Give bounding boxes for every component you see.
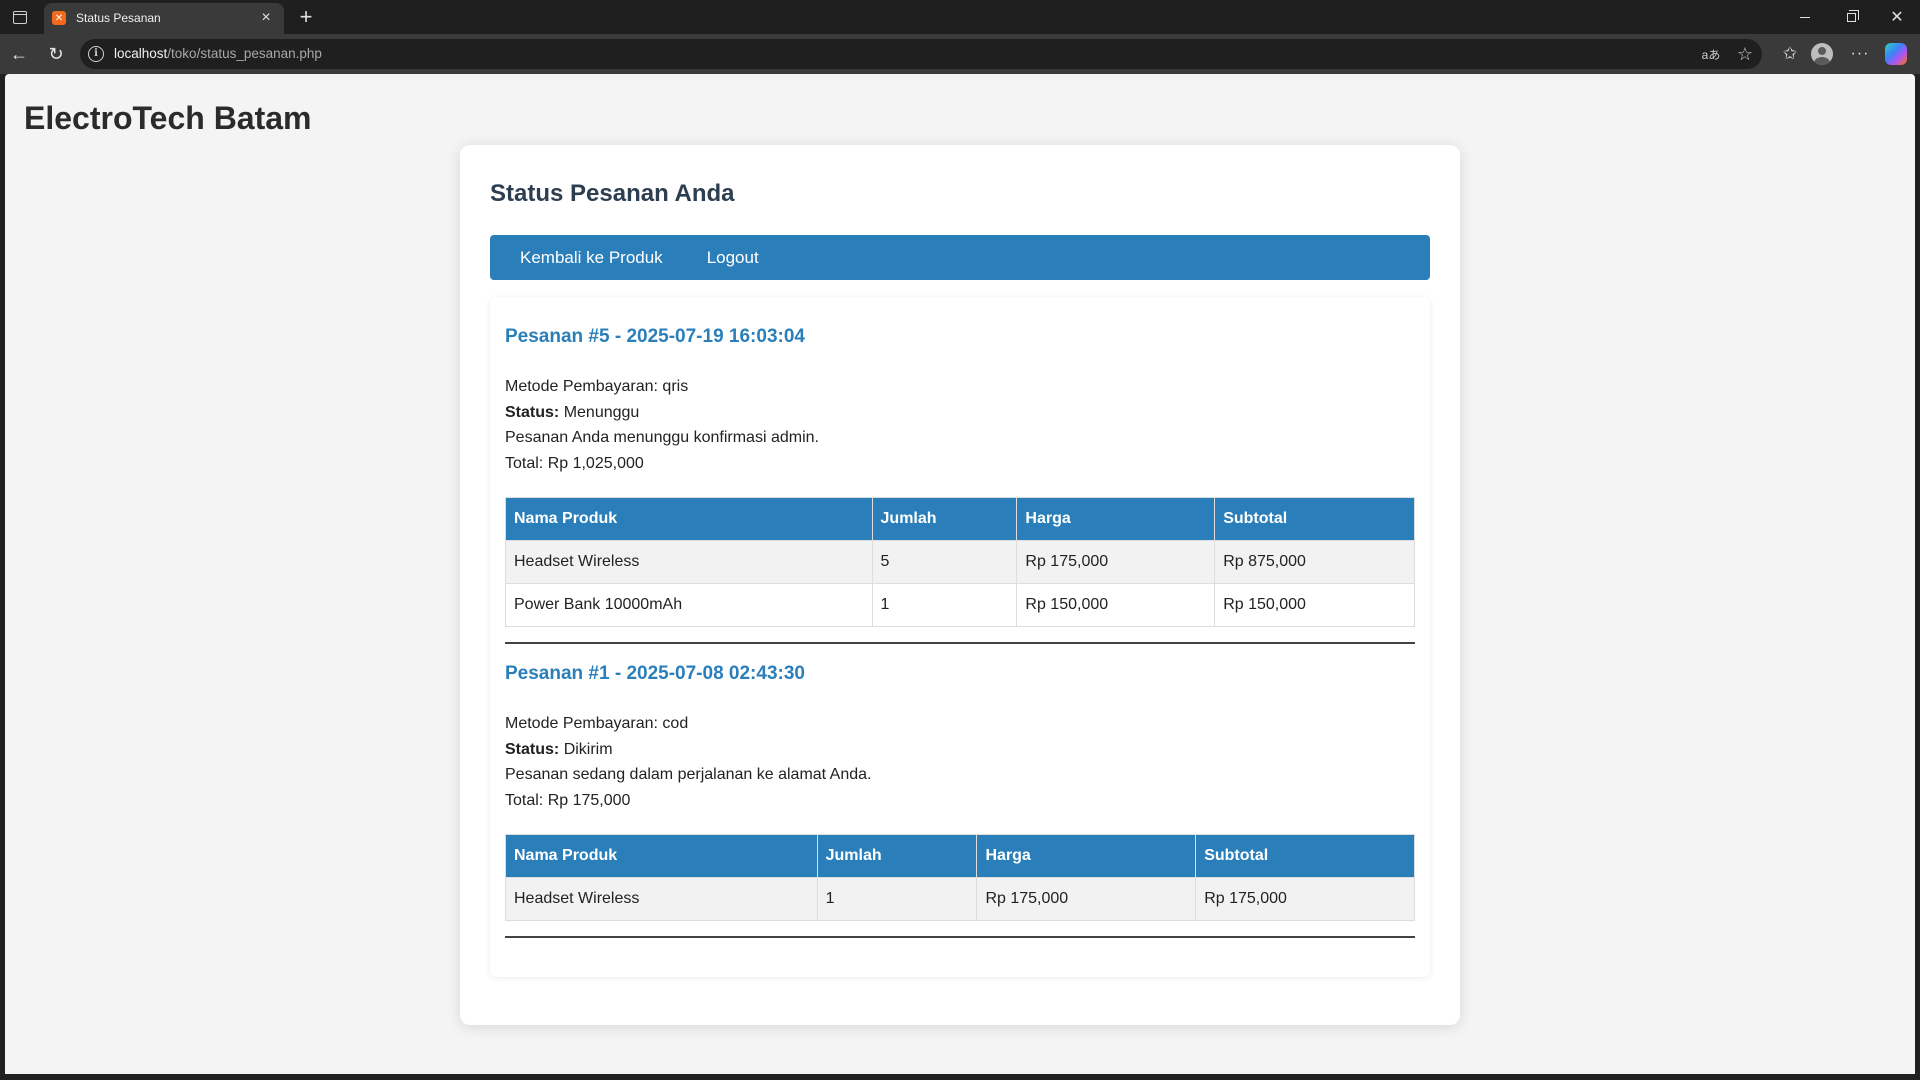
order-total: Total: Rp 1,025,000 — [505, 454, 644, 472]
new-tab-icon[interactable]: + — [292, 3, 320, 31]
minimize-icon[interactable] — [1782, 0, 1828, 34]
translate-icon[interactable]: aあ — [1700, 43, 1722, 65]
browser-tab[interactable]: ✕ Status Pesanan × — [44, 3, 284, 34]
logout-link[interactable]: Logout — [707, 248, 759, 268]
product-price: Rp 175,000 — [1016, 540, 1216, 584]
status-value: Menunggu — [563, 403, 640, 421]
window-close-icon[interactable]: ✕ — [1874, 0, 1920, 34]
site-info-icon[interactable]: i — [88, 46, 104, 62]
table-row: Headset Wireless 5 Rp 175,000 Rp 875,000 — [505, 540, 1415, 584]
product-qty: 1 — [871, 583, 1018, 627]
product-price: Rp 150,000 — [1016, 583, 1216, 627]
table-row: Power Bank 10000mAh 1 Rp 150,000 Rp 150,… — [505, 583, 1415, 627]
column-header: Jumlah — [871, 497, 1018, 541]
column-header: Subtotal — [1214, 497, 1415, 541]
page-title: Status Pesanan Anda — [490, 180, 735, 207]
back-arrow-icon[interactable]: ← — [5, 40, 33, 68]
payment-method: Metode Pembayaran: cod — [505, 715, 689, 732]
restore-icon[interactable] — [1828, 0, 1874, 34]
order-divider — [505, 936, 1415, 938]
order-info: Metode Pembayaran: qris Status: Menunggu… — [505, 374, 1415, 476]
main-card: Status Pesanan Anda Kembali ke Produk Lo… — [460, 145, 1460, 1025]
column-header: Nama Produk — [505, 834, 818, 878]
favorite-star-icon[interactable]: ☆ — [1734, 43, 1756, 65]
order-info: Metode Pembayaran: cod Status: Dikirim P… — [505, 711, 1415, 813]
back-to-products-link[interactable]: Kembali ke Produk — [520, 248, 663, 268]
product-qty: 5 — [871, 540, 1018, 584]
tab-close-icon[interactable]: × — [256, 8, 276, 28]
more-options-icon[interactable]: ··· — [1846, 40, 1874, 68]
nav-menu: Kembali ke Produk Logout — [490, 235, 1430, 280]
address-bar[interactable]: i localhost/toko/status_pesanan.php aあ ☆ — [80, 39, 1762, 69]
order-status: Status: Dikirim — [505, 737, 1415, 763]
order-items-table: Nama Produk Jumlah Harga Subtotal Headse… — [505, 497, 1415, 627]
order-card: Pesanan #1 - 2025-07-08 02:43:30 Metode … — [505, 663, 1415, 938]
copilot-icon[interactable] — [1882, 40, 1910, 68]
order-total: Total: Rp 175,000 — [505, 791, 631, 809]
order-card: Pesanan #5 - 2025-07-19 16:03:04 Metode … — [505, 326, 1415, 644]
product-subtotal: Rp 150,000 — [1214, 583, 1415, 627]
payment-method: Metode Pembayaran: qris — [505, 378, 689, 395]
status-label: Status: — [505, 740, 560, 758]
product-subtotal: Rp 175,000 — [1195, 877, 1415, 921]
browser-toolbar: ← ↻ i localhost/toko/status_pesanan.php … — [0, 34, 1920, 74]
profile-avatar-icon[interactable] — [1808, 40, 1836, 68]
product-qty: 1 — [816, 877, 978, 921]
column-header: Jumlah — [816, 834, 978, 878]
browser-tab-bar: ✕ Status Pesanan × + ✕ — [0, 0, 1920, 34]
product-subtotal: Rp 875,000 — [1214, 540, 1415, 584]
order-heading: Pesanan #1 - 2025-07-08 02:43:30 — [505, 663, 805, 684]
product-price: Rp 175,000 — [976, 877, 1197, 921]
url-path: /toko/status_pesanan.php — [167, 46, 322, 61]
status-label: Status: — [505, 403, 560, 421]
column-header: Nama Produk — [505, 497, 873, 541]
table-row: Headset Wireless 1 Rp 175,000 Rp 175,000 — [505, 877, 1415, 921]
xampp-favicon-icon: ✕ — [52, 11, 66, 25]
column-header: Harga — [1016, 497, 1216, 541]
page-viewport: ElectroTech Batam Status Pesanan Anda Ke… — [5, 74, 1915, 1074]
table-header-row: Nama Produk Jumlah Harga Subtotal — [505, 497, 1415, 541]
order-heading: Pesanan #5 - 2025-07-19 16:03:04 — [505, 326, 805, 347]
tab-title: Status Pesanan — [76, 11, 161, 25]
status-message: Pesanan Anda menunggu konfirmasi admin. — [505, 429, 819, 446]
product-name: Headset Wireless — [505, 540, 873, 584]
brand-title: ElectroTech Batam — [24, 100, 312, 136]
reload-icon[interactable]: ↻ — [42, 40, 70, 68]
product-name: Power Bank 10000mAh — [505, 583, 873, 627]
address-url[interactable]: localhost/toko/status_pesanan.php — [114, 46, 322, 61]
order-items-table: Nama Produk Jumlah Harga Subtotal Headse… — [505, 834, 1415, 921]
orders-list: Pesanan #5 - 2025-07-19 16:03:04 Metode … — [490, 297, 1430, 977]
column-header: Harga — [976, 834, 1197, 878]
status-message: Pesanan sedang dalam perjalanan ke alama… — [505, 766, 872, 783]
url-host: localhost — [114, 46, 168, 61]
product-name: Headset Wireless — [505, 877, 818, 921]
table-header-row: Nama Produk Jumlah Harga Subtotal — [505, 834, 1415, 878]
column-header: Subtotal — [1195, 834, 1415, 878]
favorites-icon[interactable]: ✩ — [1776, 40, 1804, 68]
order-status: Status: Menunggu — [505, 400, 1415, 426]
order-divider — [505, 642, 1415, 644]
status-value: Dikirim — [563, 740, 613, 758]
tab-actions-icon[interactable] — [8, 6, 32, 28]
